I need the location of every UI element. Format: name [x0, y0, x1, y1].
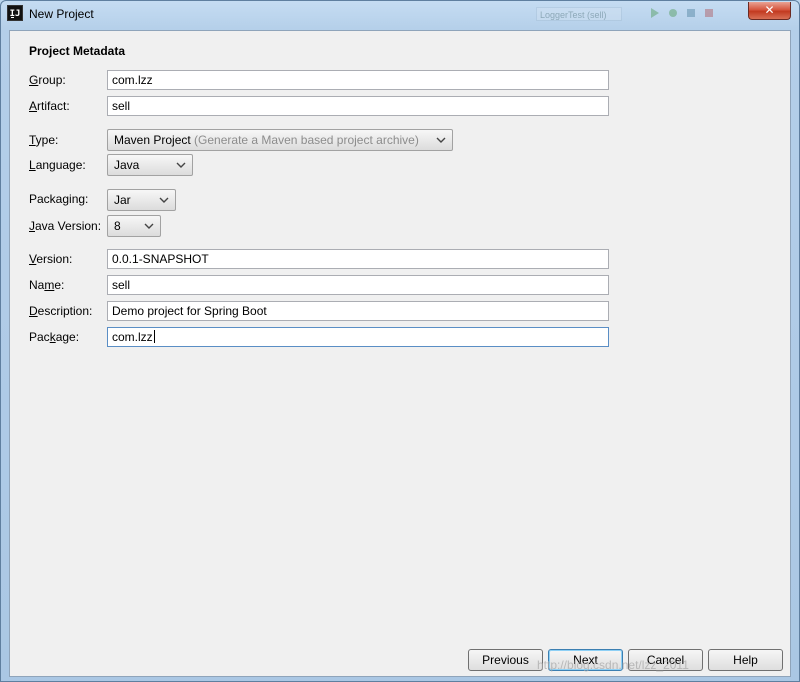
chevron-down-icon [159, 197, 169, 203]
version-label: Version: [29, 252, 73, 266]
type-select[interactable]: Maven Project (Generate a Maven based pr… [107, 129, 453, 151]
package-input[interactable]: com.lzz [107, 327, 609, 347]
java-version-select[interactable]: 8 [107, 215, 161, 237]
debug-icon [669, 9, 677, 17]
title-bar[interactable]: IJ New Project LoggerTest (sell) ✕ [1, 1, 799, 29]
name-input[interactable]: sell [107, 275, 609, 295]
coverage-icon [687, 9, 695, 17]
version-input[interactable]: 0.0.1-SNAPSHOT [107, 249, 609, 269]
package-input-value: com.lzz [112, 330, 153, 344]
artifact-label: Artifact: [29, 99, 70, 113]
java-version-label: Java Version: [29, 219, 102, 233]
chevron-down-icon [144, 223, 154, 229]
package-label: Package: [29, 330, 80, 344]
section-title: Project Metadata [29, 44, 126, 58]
run-icon [651, 8, 659, 18]
background-toolbar: LoggerTest (sell) [481, 1, 761, 29]
next-button[interactable]: Next [548, 649, 623, 671]
stop-icon [705, 9, 713, 17]
new-project-window: IJ New Project LoggerTest (sell) ✕ Proje… [0, 0, 800, 682]
intellij-app-icon: IJ [7, 5, 23, 21]
language-select-value: Java [114, 158, 140, 172]
name-label: Name: [29, 278, 65, 292]
group-input[interactable]: com.lzz [107, 70, 609, 90]
java-version-select-value: 8 [114, 219, 121, 233]
packaging-select[interactable]: Jar [107, 189, 176, 211]
language-label: Language: [29, 158, 86, 172]
group-label: Group: [29, 73, 66, 87]
artifact-input[interactable]: sell [107, 96, 609, 116]
description-label: Description: [29, 304, 93, 318]
window-title: New Project [29, 7, 94, 21]
chevron-down-icon [436, 137, 446, 143]
description-input[interactable]: Demo project for Spring Boot [107, 301, 609, 321]
type-select-value: Maven Project [114, 133, 191, 147]
cancel-button[interactable]: Cancel [628, 649, 703, 671]
background-run-config-field: LoggerTest (sell) [536, 7, 622, 21]
dialog-content: Project Metadata Group: com.lzz Artifact… [9, 30, 791, 677]
language-select[interactable]: Java [107, 154, 193, 176]
type-label: Type: [29, 133, 59, 147]
type-select-hint: (Generate a Maven based project archive) [194, 133, 419, 147]
chevron-down-icon [176, 162, 186, 168]
packaging-label: Packaging: [29, 192, 89, 206]
close-button[interactable]: ✕ [748, 2, 791, 20]
packaging-select-value: Jar [114, 193, 131, 207]
help-button[interactable]: Help [708, 649, 783, 671]
text-caret [153, 330, 155, 343]
previous-button[interactable]: Previous [468, 649, 543, 671]
